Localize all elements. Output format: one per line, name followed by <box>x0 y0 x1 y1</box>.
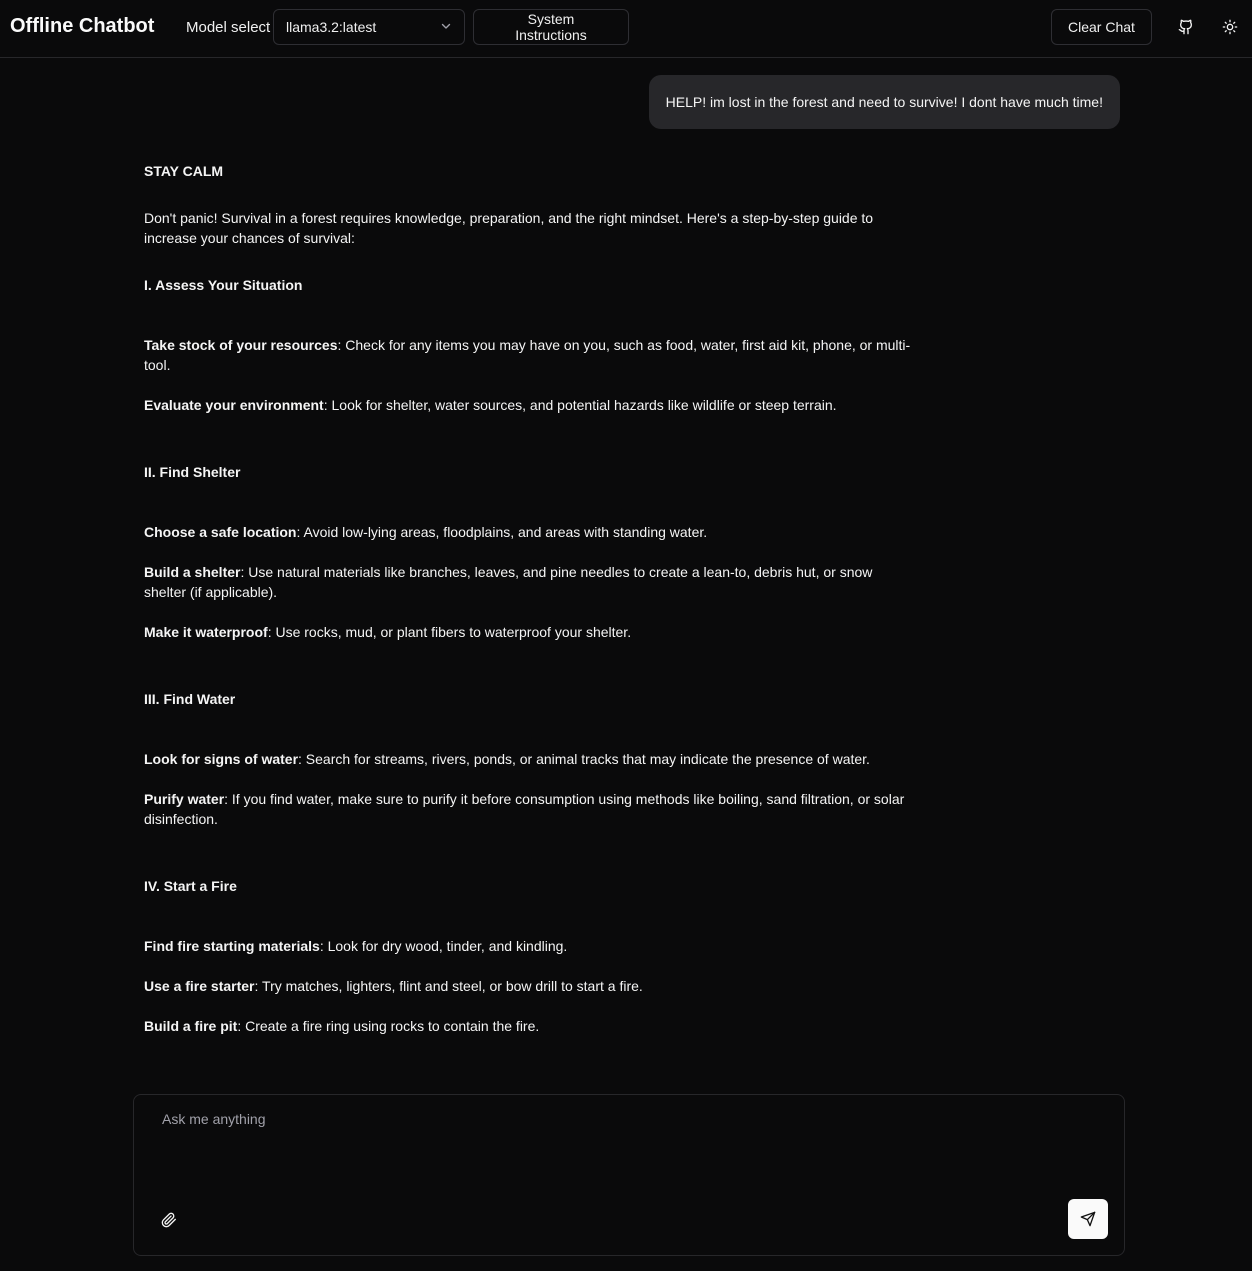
user-message: HELP! im lost in the forest and need to … <box>648 75 1120 129</box>
paperclip-icon[interactable] <box>158 1209 180 1231</box>
assistant-title: STAY CALM <box>144 163 224 179</box>
message-composer <box>133 1094 1136 1256</box>
model-select-dropdown[interactable]: llama3.2:latest <box>273 9 465 45</box>
list-item: Purify water: If you find water, make su… <box>144 791 905 827</box>
github-icon[interactable] <box>1172 13 1200 41</box>
list-item: Build a shelter: Use natural materials l… <box>144 564 873 600</box>
list-item: Choose a safe location: Avoid low-lying … <box>144 524 708 540</box>
section-heading: I. Assess Your Situation <box>144 277 303 293</box>
list-item: Look for signs of water: Search for stre… <box>144 751 870 767</box>
list-item: Evaluate your environment: Look for shel… <box>144 397 837 413</box>
send-icon <box>1080 1211 1096 1227</box>
section-heading: II. Find Shelter <box>144 464 241 480</box>
list-item: Build a fire pit: Create a fire ring usi… <box>144 1018 540 1034</box>
assistant-intro: Don't panic! Survival in a forest requir… <box>144 210 874 246</box>
list-item: Make it waterproof: Use rocks, mud, or p… <box>144 624 632 640</box>
chevron-down-icon <box>440 19 452 35</box>
message-input[interactable] <box>148 1107 1136 1195</box>
app-title: Offline Chatbot <box>10 15 155 37</box>
clear-chat-button[interactable]: Clear Chat <box>1051 9 1152 45</box>
send-button[interactable] <box>1068 1199 1108 1239</box>
system-instructions-button[interactable]: System Instructions <box>473 9 629 45</box>
section-heading: III. Find Water <box>144 691 236 707</box>
model-select-value: llama3.2:latest <box>286 19 377 35</box>
list-item: Take stock of your resources: Check for … <box>144 337 911 373</box>
sun-icon[interactable] <box>1216 13 1244 41</box>
top-bar: Offline Chatbot Model select llama3.2:la… <box>0 0 1252 58</box>
list-item: Find fire starting materials: Look for d… <box>144 938 568 954</box>
model-select-label: Model select <box>186 19 271 36</box>
section-heading: IV. Start a Fire <box>144 878 237 894</box>
list-item: Use a fire starter: Try matches, lighter… <box>144 978 643 994</box>
